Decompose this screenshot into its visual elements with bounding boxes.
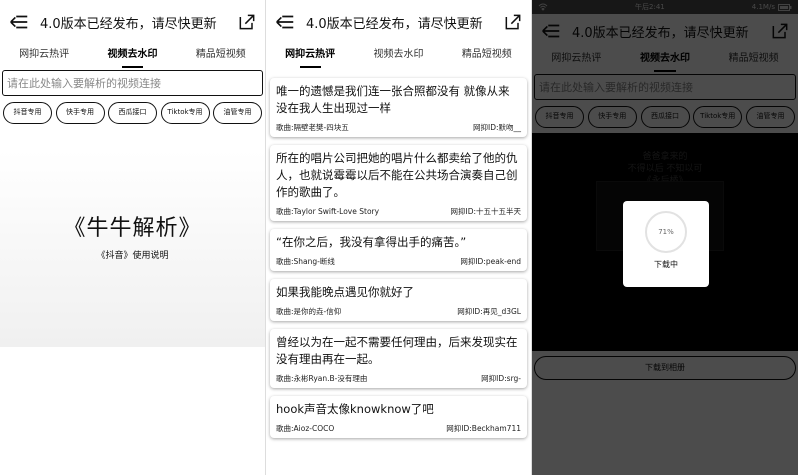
comment-text: “在你之后，我没有拿得出手的痛苦。” <box>276 235 467 249</box>
screen-downloading: 午后2:41 4.1M/s 4.0版本已经发布，请尽快更新 网抑云热评 视频去水… <box>532 0 798 475</box>
back-arrow-icon[interactable] <box>540 20 562 42</box>
status-time: 午后2:41 <box>635 3 665 11</box>
song-label: 歌曲:Aioz-COCO <box>276 424 335 433</box>
chip-tiktok[interactable]: Tiktok专用 <box>693 106 743 128</box>
hero-banner: 《牛牛解析》 《抖音》使用说明 <box>0 150 265 347</box>
search-input[interactable]: 请在此处输入要解析的视频连接 <box>534 74 796 100</box>
chip-kuaishou[interactable]: 快手专用 <box>587 106 637 128</box>
share-icon[interactable] <box>237 12 257 32</box>
screen-hot-comments: 4.0版本已经发布，请尽快更新 网抑云热评 视频去水印 精品短视频 唯一的遗憾是… <box>266 0 532 475</box>
tab-hot-comments[interactable]: 网抑云热评 <box>0 44 88 70</box>
chip-youtube[interactable]: 油管专用 <box>213 102 262 124</box>
user-label: 网抑ID:十五十五半天 <box>450 207 521 216</box>
battery-icon <box>777 3 792 11</box>
page-title: 4.0版本已经发布，请尽快更新 <box>306 16 483 32</box>
comment-text: 如果我能晚点遇见你就好了 <box>276 285 414 299</box>
comment-card[interactable]: 唯一的遗憾是我们连一张合照都没有 就像从来没在我人生出现过一样 歌曲:隔壁老樊-… <box>270 78 527 137</box>
app-header: 4.0版本已经发布，请尽快更新 <box>0 0 265 44</box>
comment-feed[interactable]: 唯一的遗憾是我们连一张合照都没有 就像从来没在我人生出现过一样 歌曲:隔壁老樊-… <box>270 78 527 446</box>
search-input[interactable]: 请在此处输入要解析的视频连接 <box>2 70 263 96</box>
tab-hot-comments[interactable]: 网抑云热评 <box>532 48 621 74</box>
comment-card[interactable]: 曾经以为在一起不需要任何理由，后来发现实在没有理由再在一起。 歌曲:永彬Ryan… <box>270 329 527 388</box>
empty-area <box>0 347 265 475</box>
tab-short-videos[interactable]: 精品短视频 <box>709 48 798 74</box>
user-label: 网抑ID:再见_d3GL <box>457 307 521 316</box>
user-label: 网抑ID:srg- <box>481 374 521 383</box>
hero-title: 《牛牛解析》 <box>63 216 202 241</box>
screen-home: 4.0版本已经发布，请尽快更新 网抑云热评 视频去水印 精品短视频 请在此处输入… <box>0 0 266 475</box>
tab-short-videos[interactable]: 精品短视频 <box>177 44 265 70</box>
chip-xigua[interactable]: 西瓜接口 <box>640 106 690 128</box>
wifi-icon <box>538 3 548 11</box>
user-label: 网抑ID:默吻__ <box>472 123 521 132</box>
comment-card[interactable]: 所在的唱片公司把她的唱片什么都卖给了他的仇人，也就说霉霉以后不能在公共场合演奏自… <box>270 145 527 221</box>
download-progress-dialog: 71% 下载中 <box>623 201 709 287</box>
app-header: 4.0版本已经发布，请尽快更新 <box>266 0 531 44</box>
song-label: 歌曲:Shang-断线 <box>276 257 335 266</box>
page-title: 4.0版本已经发布，请尽快更新 <box>40 16 217 32</box>
download-status-label: 下载中 <box>654 260 678 269</box>
hero-subtitle[interactable]: 《抖音》使用说明 <box>0 248 265 261</box>
comment-text: 曾经以为在一起不需要任何理由，后来发现实在没有理由再在一起。 <box>276 335 518 366</box>
status-bar: 午后2:41 4.1M/s <box>532 0 798 14</box>
tab-bar: 网抑云热评 视频去水印 精品短视频 <box>266 44 531 70</box>
save-to-album-button[interactable]: 下载到相册 <box>534 356 796 380</box>
chip-youtube[interactable]: 油管专用 <box>746 106 795 128</box>
app-header: 4.0版本已经发布，请尽快更新 <box>532 14 798 48</box>
tab-short-videos[interactable]: 精品短视频 <box>443 44 531 70</box>
song-label: 歌曲:Taylor Swift-Love Story <box>276 207 380 216</box>
chip-douyin[interactable]: 抖音专用 <box>3 102 52 124</box>
chip-kuaishou[interactable]: 快手专用 <box>55 102 105 124</box>
comment-text: 唯一的遗憾是我们连一张合照都没有 就像从来没在我人生出现过一样 <box>276 84 510 115</box>
chip-xigua[interactable]: 西瓜接口 <box>108 102 157 124</box>
song-label: 歌曲:永彬Ryan.B-没有理由 <box>276 374 368 383</box>
back-arrow-icon[interactable] <box>8 11 30 33</box>
network-speed: 4.1M/s <box>751 3 775 11</box>
share-icon[interactable] <box>503 12 523 32</box>
back-arrow-icon[interactable] <box>274 11 296 33</box>
tab-hot-comments[interactable]: 网抑云热评 <box>266 44 354 70</box>
song-label: 歌曲:是你的垚-信仰 <box>276 307 342 316</box>
platform-chips: 抖音专用 快手专用 西瓜接口 Tiktok专用 油管专用 <box>0 96 265 130</box>
comment-card[interactable]: “在你之后，我没有拿得出手的痛苦。” 歌曲:Shang-断线 网抑ID:peak-… <box>270 229 527 271</box>
user-label: 网抑ID:Beckham711 <box>446 424 521 433</box>
page-title: 4.0版本已经发布，请尽快更新 <box>572 25 749 41</box>
progress-ring: 71% <box>645 211 687 253</box>
platform-chips: 抖音专用 快手专用 西瓜接口 Tiktok专用 油管专用 <box>532 100 798 134</box>
comment-text: hook声音太像knowknow了吧 <box>276 402 434 416</box>
tab-bar: 网抑云热评 视频去水印 精品短视频 <box>532 48 798 74</box>
song-label: 歌曲:隔壁老樊-四块五 <box>276 123 349 132</box>
chip-douyin[interactable]: 抖音专用 <box>535 106 584 128</box>
share-icon[interactable] <box>770 21 790 41</box>
tab-remove-watermark[interactable]: 视频去水印 <box>354 44 442 70</box>
comment-card[interactable]: hook声音太像knowknow了吧 歌曲:Aioz-COCO 网抑ID:Beck… <box>270 396 527 438</box>
tab-remove-watermark[interactable]: 视频去水印 <box>88 44 176 70</box>
comment-text: 所在的唱片公司把她的唱片什么都卖给了他的仇人，也就说霉霉以后不能在公共场合演奏自… <box>276 151 518 199</box>
user-label: 网抑ID:peak-end <box>460 257 521 266</box>
tab-bar: 网抑云热评 视频去水印 精品短视频 <box>0 44 265 70</box>
comment-card[interactable]: 如果我能晚点遇见你就好了 歌曲:是你的垚-信仰 网抑ID:再见_d3GL <box>270 279 527 321</box>
chip-tiktok[interactable]: Tiktok专用 <box>160 102 210 124</box>
tab-remove-watermark[interactable]: 视频去水印 <box>621 48 710 74</box>
